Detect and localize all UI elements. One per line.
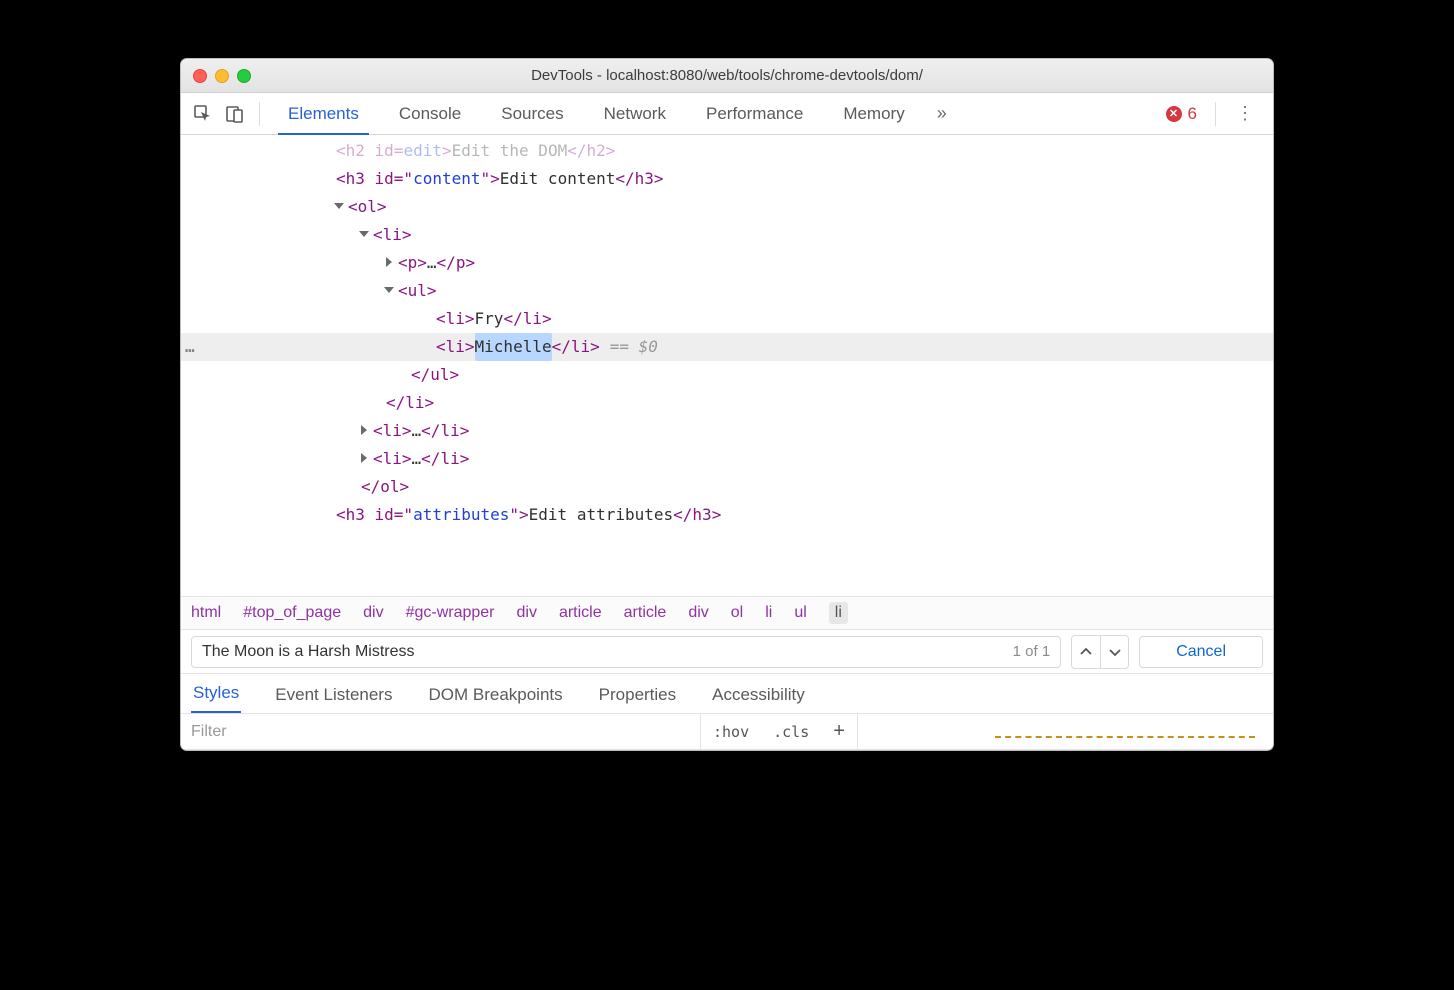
prev-match-icon[interactable] <box>1072 636 1100 668</box>
tab-event-listeners[interactable]: Event Listeners <box>273 677 394 713</box>
dom-row[interactable]: <li>…</li> <box>181 445 1273 473</box>
dom-row[interactable]: <ul> <box>181 277 1273 305</box>
dom-row[interactable]: <h2 id=edit>Edit the DOM</h2> <box>181 137 1273 165</box>
crumb[interactable]: article <box>624 604 667 622</box>
crumb[interactable]: #gc-wrapper <box>406 604 495 622</box>
tab-memory[interactable]: Memory <box>825 96 922 132</box>
titlebar: DevTools - localhost:8080/web/tools/chro… <box>181 59 1273 93</box>
editing-text[interactable]: Michelle <box>475 333 552 361</box>
search-bar: The Moon is a Harsh Mistress 1 of 1 Canc… <box>181 630 1273 674</box>
filter-placeholder: Filter <box>191 723 227 741</box>
search-count: 1 of 1 <box>1013 643 1051 660</box>
expand-toggle-icon[interactable] <box>361 453 367 463</box>
crumb[interactable]: div <box>688 604 708 622</box>
crumb[interactable]: ul <box>794 604 806 622</box>
dom-row[interactable]: <h3 id="content">Edit content</h3> <box>181 165 1273 193</box>
dom-row[interactable]: </li> <box>181 389 1273 417</box>
expand-toggle-icon[interactable] <box>334 203 344 209</box>
dom-row[interactable]: <h3 id="attributes">Edit attributes</h3> <box>181 501 1273 529</box>
crumb[interactable]: div <box>363 604 383 622</box>
separator <box>857 714 858 750</box>
tab-styles[interactable]: Styles <box>191 675 241 713</box>
error-icon: ✕ <box>1166 106 1182 122</box>
tab-performance[interactable]: Performance <box>688 96 821 132</box>
crumb[interactable]: article <box>559 604 602 622</box>
crumb[interactable]: html <box>191 604 221 622</box>
main-toolbar: Elements Console Sources Network Perform… <box>181 93 1273 135</box>
tab-sources[interactable]: Sources <box>483 96 581 132</box>
cls-toggle[interactable]: .cls <box>761 723 821 741</box>
hov-toggle[interactable]: :hov <box>701 723 761 741</box>
inspect-element-icon[interactable] <box>189 100 217 128</box>
tab-properties[interactable]: Properties <box>597 677 678 713</box>
dom-tree[interactable]: <h2 id=edit>Edit the DOM</h2> <h3 id="co… <box>181 135 1273 596</box>
devtools-window: DevTools - localhost:8080/web/tools/chro… <box>180 58 1274 751</box>
tab-console[interactable]: Console <box>381 96 479 132</box>
expand-toggle-icon[interactable] <box>359 231 369 237</box>
error-badge[interactable]: ✕ 6 <box>1158 104 1205 124</box>
dom-row-selected[interactable]: … <li>Michelle</li> == $0 <box>181 333 1273 361</box>
separator <box>1215 102 1216 126</box>
dom-row[interactable]: </ol> <box>181 473 1273 501</box>
search-input[interactable]: The Moon is a Harsh Mistress 1 of 1 <box>191 636 1061 668</box>
styles-tabbar: Styles Event Listeners DOM Breakpoints P… <box>181 674 1273 714</box>
more-tabs-icon[interactable]: » <box>927 103 957 124</box>
console-ref: == $0 <box>600 333 658 361</box>
separator <box>259 102 260 126</box>
dom-row[interactable]: <p>…</p> <box>181 249 1273 277</box>
cancel-button[interactable]: Cancel <box>1139 636 1263 668</box>
search-steppers <box>1071 635 1129 669</box>
kebab-menu-icon[interactable]: ⋮ <box>1226 103 1265 124</box>
device-toolbar-icon[interactable] <box>221 100 249 128</box>
breadcrumb: html #top_of_page div #gc-wrapper div ar… <box>181 596 1273 630</box>
styles-filter-row: Filter :hov .cls + <box>181 714 1273 750</box>
row-actions-icon[interactable]: … <box>185 333 195 361</box>
crumb[interactable]: div <box>517 604 537 622</box>
error-count: 6 <box>1188 104 1197 124</box>
dom-row[interactable]: <li>…</li> <box>181 417 1273 445</box>
dom-row[interactable]: <li> <box>181 221 1273 249</box>
dom-row[interactable]: <li>Fry</li> <box>181 305 1273 333</box>
expand-toggle-icon[interactable] <box>361 425 367 435</box>
expand-toggle-icon[interactable] <box>386 257 392 267</box>
tab-elements[interactable]: Elements <box>270 96 377 132</box>
crumb[interactable]: li <box>765 604 772 622</box>
window-title: DevTools - localhost:8080/web/tools/chro… <box>181 67 1273 84</box>
styles-filter-input[interactable]: Filter <box>181 714 701 750</box>
expand-toggle-icon[interactable] <box>384 287 394 293</box>
crumb[interactable]: #top_of_page <box>243 604 341 622</box>
dom-row[interactable]: </ul> <box>181 361 1273 389</box>
dom-row[interactable]: <ol> <box>181 193 1273 221</box>
tab-accessibility[interactable]: Accessibility <box>710 677 807 713</box>
tab-network[interactable]: Network <box>586 96 684 132</box>
new-rule-icon[interactable]: + <box>821 720 857 743</box>
crumb[interactable]: ol <box>731 604 743 622</box>
element-style-box <box>995 736 1255 740</box>
search-value: The Moon is a Harsh Mistress <box>202 643 1013 661</box>
crumb-current[interactable]: li <box>829 602 848 624</box>
next-match-icon[interactable] <box>1100 636 1128 668</box>
tab-dom-breakpoints[interactable]: DOM Breakpoints <box>426 677 564 713</box>
